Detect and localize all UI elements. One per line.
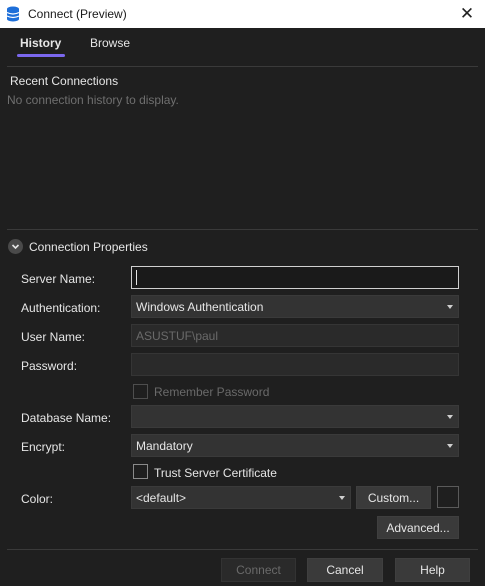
empty-history-text: No connection history to display.: [7, 93, 179, 107]
dropdown-arrow-icon: [447, 444, 453, 448]
help-button[interactable]: Help: [395, 558, 470, 582]
user-name-label: User Name:: [21, 330, 86, 344]
close-button[interactable]: ✕: [449, 0, 485, 28]
database-icon: [6, 6, 20, 22]
password-input[interactable]: [131, 353, 459, 376]
color-label: Color:: [21, 492, 54, 506]
database-name-label: Database Name:: [21, 411, 112, 425]
encrypt-label: Encrypt:: [21, 440, 66, 454]
title-bar: Connect (Preview) ✕: [0, 0, 485, 28]
dropdown-arrow-icon: [447, 305, 453, 309]
window-title: Connect (Preview): [28, 7, 127, 21]
password-label: Password:: [21, 359, 78, 373]
tab-browse[interactable]: Browse: [90, 36, 130, 50]
server-name-label: Server Name:: [21, 272, 96, 286]
color-select[interactable]: <default>: [131, 486, 351, 509]
dropdown-arrow-icon: [447, 415, 453, 419]
encrypt-select[interactable]: Mandatory: [131, 434, 459, 457]
tabs-divider: [7, 66, 478, 67]
footer-divider: [7, 549, 478, 550]
remember-password-label: Remember Password: [154, 385, 270, 399]
user-name-input[interactable]: ASUSTUF\paul: [131, 324, 459, 347]
close-icon: ✕: [459, 4, 475, 23]
authentication-value: Windows Authentication: [136, 299, 264, 314]
dropdown-arrow-icon: [339, 496, 345, 500]
active-tab-indicator: [17, 54, 65, 57]
remember-password-checkbox[interactable]: [133, 384, 148, 399]
connection-properties-toggle[interactable]: [8, 239, 23, 254]
authentication-select[interactable]: Windows Authentication: [131, 295, 459, 318]
connect-button[interactable]: Connect: [221, 558, 296, 582]
advanced-button[interactable]: Advanced...: [377, 516, 459, 539]
recent-connections-title: Recent Connections: [10, 74, 119, 88]
encrypt-value: Mandatory: [136, 438, 193, 453]
connection-properties-title: Connection Properties: [29, 240, 148, 254]
trust-server-certificate-checkbox[interactable]: [133, 464, 148, 479]
database-name-select[interactable]: [131, 405, 459, 428]
server-name-input[interactable]: [131, 266, 459, 289]
cancel-button[interactable]: Cancel: [307, 558, 383, 582]
section-divider: [7, 229, 478, 230]
color-value: <default>: [136, 490, 187, 505]
custom-color-button[interactable]: Custom...: [356, 486, 431, 509]
tab-history[interactable]: History: [20, 36, 61, 50]
authentication-label: Authentication:: [21, 301, 101, 315]
trust-server-certificate-label: Trust Server Certificate: [154, 466, 277, 480]
chevron-down-icon: [11, 240, 20, 254]
color-swatch[interactable]: [437, 486, 459, 508]
user-name-value: ASUSTUF\paul: [136, 328, 219, 343]
text-cursor: [136, 270, 137, 285]
